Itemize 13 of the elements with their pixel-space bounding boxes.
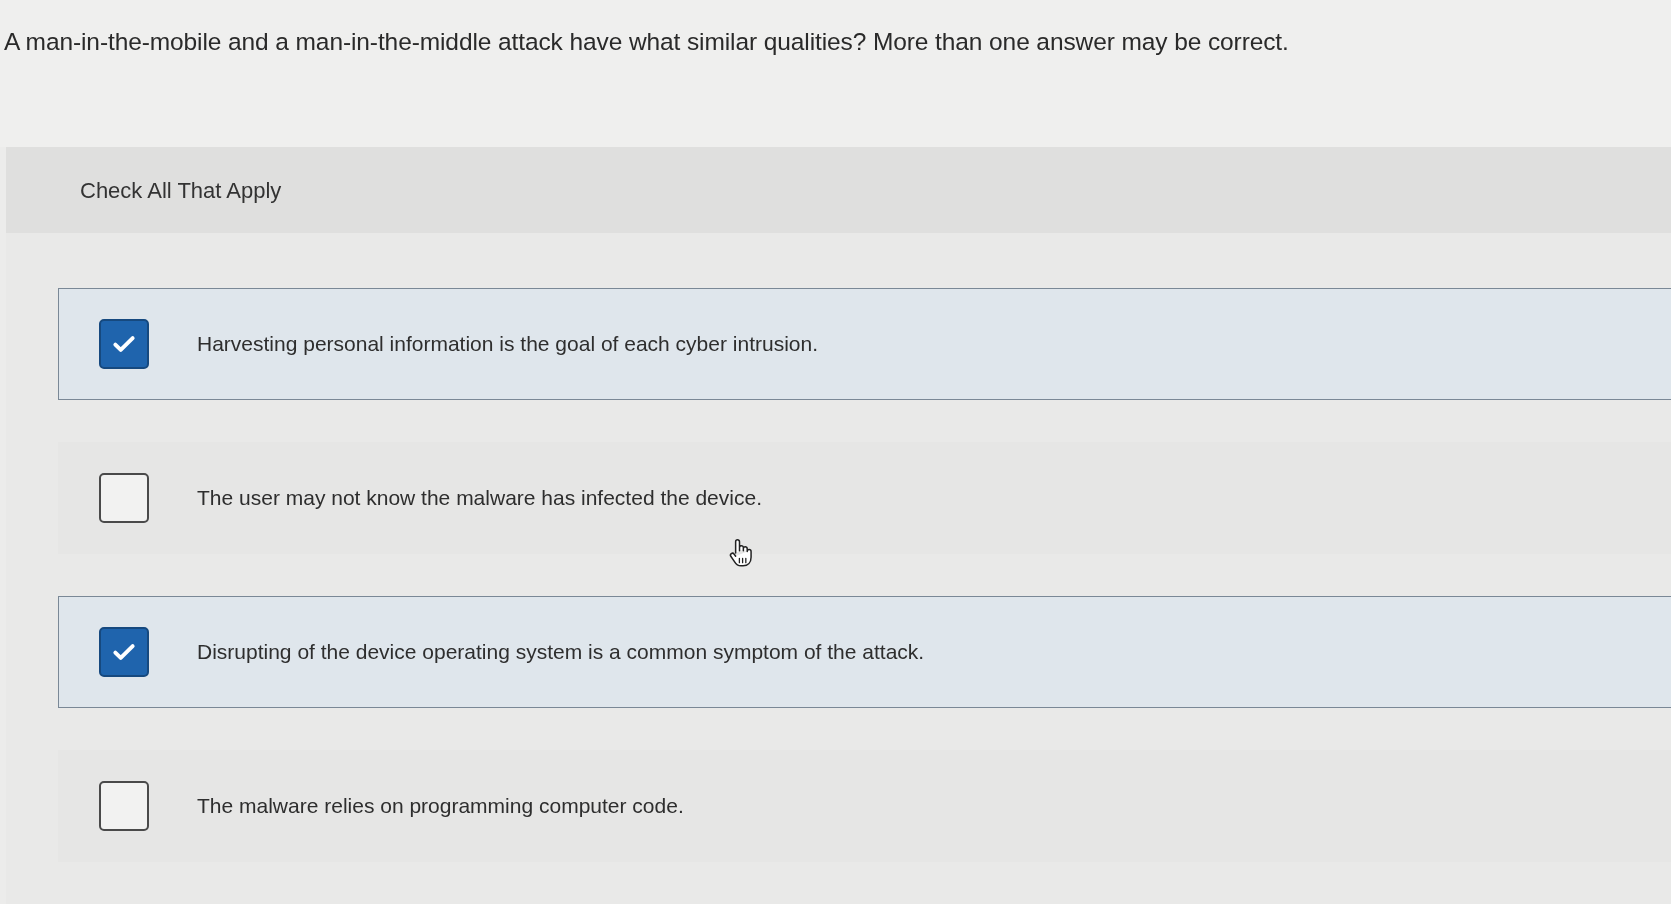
instruction-text: Check All That Apply bbox=[80, 176, 282, 205]
answer-option[interactable]: Disrupting of the device operating system is a common symptom of the attack. bbox=[58, 596, 1671, 708]
option-text: Harvesting personal information is the goal of each cyber intrusion. bbox=[197, 331, 818, 358]
option-text: The malware relies on programming computer code. bbox=[197, 793, 684, 820]
question-text: A man-in-the-mobile and a man-in-the-middle attack have what similar qualities? More than one answer may be correct. bbox=[4, 27, 1289, 57]
answer-option[interactable]: Harvesting personal information is the goal of each cyber intrusion. bbox=[58, 288, 1671, 400]
checkbox[interactable] bbox=[99, 781, 149, 831]
option-text: The user may not know the malware has infected the device. bbox=[197, 485, 762, 512]
hand-cursor-icon bbox=[728, 538, 754, 568]
checkbox[interactable] bbox=[99, 627, 149, 677]
checkbox[interactable] bbox=[99, 319, 149, 369]
checkbox[interactable] bbox=[99, 473, 149, 523]
option-text: Disrupting of the device operating system is a common symptom of the attack. bbox=[197, 639, 925, 666]
